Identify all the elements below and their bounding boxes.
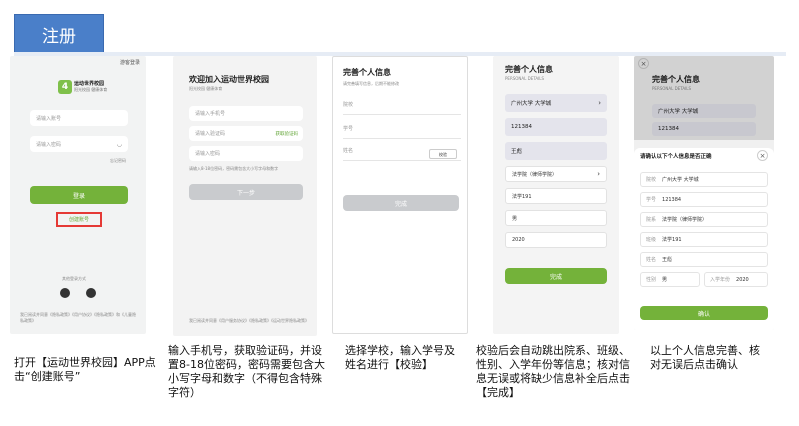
class-label: 班级: [646, 237, 657, 243]
confirm-gender: 性别男: [640, 272, 700, 287]
password-placeholder: 请输入密码: [36, 141, 62, 148]
caption-3: 选择学校，输入学号及姓名进行【校验】: [345, 344, 455, 371]
account-input[interactable]: 请输入账号: [30, 110, 128, 126]
year-field[interactable]: 2020: [505, 232, 607, 248]
confirm-year: 入学年份 2020: [704, 272, 768, 287]
confirm-school: 院校 广州大学 大学城: [640, 172, 768, 187]
name-field[interactable]: 王彪: [505, 142, 607, 160]
caption-1: 打开【运动世界校园】APP点击“创建账号”: [14, 356, 156, 383]
wechat-icon[interactable]: [60, 288, 70, 298]
password-input[interactable]: 请输入密码: [189, 146, 303, 161]
name-label: 姓名: [343, 148, 354, 154]
next-button[interactable]: 下一步: [189, 184, 303, 200]
college-label: 院系: [646, 217, 657, 223]
class-value: 法学191: [512, 193, 532, 200]
create-account-button[interactable]: 创建账号: [56, 212, 102, 227]
chevron-right-icon: ›: [597, 170, 600, 178]
school-value: 广州大学 大学城: [511, 101, 552, 107]
name-label: 姓名: [646, 257, 657, 263]
school-field[interactable]: 广州大学 大学城 ›: [505, 94, 607, 112]
caption-4: 校验后会自动跳出院系、班级、性别、入学年份等信息；核对信息无误或将缺少信息补全后…: [476, 344, 630, 399]
app-name: 运动世界校园: [74, 81, 105, 87]
phone-login-screen: 游客登录 4 运动世界校园 阳光校园 健康体育 请输入账号 请输入密码 ◡ 忘记…: [10, 56, 146, 334]
caption-2: 输入手机号，获取验证码，并设置8-18位密码，密码需要包含大小写字母和数字（不得…: [168, 344, 325, 399]
class-field[interactable]: 法学191: [505, 188, 607, 204]
slide: 注册 游客登录 4 运动世界校园 阳光校园 健康体育 请输入账号 请输入密码 ◡…: [0, 0, 799, 426]
student-no-label: 学号: [343, 126, 354, 132]
done-button[interactable]: 完成: [505, 268, 607, 284]
info-subtitle: PERSONAL DETAILS: [505, 76, 545, 81]
phone-input[interactable]: 请输入手机号: [189, 106, 303, 121]
modal-overlay: [634, 56, 774, 140]
college-field[interactable]: 法学院（律师学院） ›: [505, 166, 607, 182]
year-label: 入学年份: [710, 277, 731, 283]
school-value: 广州大学 大学城: [662, 177, 699, 183]
page-title: 注册: [14, 14, 104, 54]
phone-info-screen: 完善个人信息 请完善填写信息，后期不能修改 院校 学号 姓名 校验 完成: [332, 56, 468, 334]
college-value: 法学院（律师学院）: [662, 217, 708, 223]
done-button[interactable]: 完成: [343, 195, 459, 211]
school-label: 院校: [343, 102, 354, 108]
password-input[interactable]: 请输入密码 ◡: [30, 136, 128, 152]
register-title: 欢迎加入运动世界校园: [189, 75, 269, 84]
tour-login-link[interactable]: 游客登录: [120, 59, 140, 66]
confirm-student-no: 学号 121384: [640, 192, 768, 207]
gender-value: 男: [662, 277, 668, 283]
confirm-modal: 请确认以下个人信息是否正确 × 院校 广州大学 大学城 学号 121384 院系 法学…: [634, 148, 774, 330]
year-value: 2020: [512, 237, 525, 243]
login-button[interactable]: 登录: [30, 186, 128, 204]
name-value: 王彪: [662, 257, 673, 263]
app-logo-icon: 4: [58, 80, 72, 94]
school-label: 院校: [646, 177, 657, 183]
student-no-value: 121384: [662, 196, 682, 203]
student-no-value: 121384: [511, 124, 532, 130]
gender-field[interactable]: 男: [505, 210, 607, 226]
info-subtitle: 请完善填写信息，后期不能修改: [343, 81, 399, 86]
agreement-text[interactable]: 我已阅读并同意《隐私政策》《用户协议》《隐私政策》和《儿童隐私政策》: [20, 312, 138, 324]
confirm-class: 班级 法学191: [640, 232, 768, 247]
student-no-label: 学号: [646, 197, 657, 203]
student-no-field[interactable]: 121384: [505, 118, 607, 136]
phone-info-filled-screen: 完善个人信息 PERSONAL DETAILS 广州大学 大学城 › 121384…: [493, 56, 619, 334]
agreement-text[interactable]: 我已阅读并同意《用户服务协议》《隐私政策》《运动世界隐私政策》: [189, 318, 313, 324]
caption-5: 以上个人信息完善、核对无误后点击确认: [650, 344, 760, 371]
chevron-right-icon: ›: [598, 99, 601, 107]
class-value: 法学191: [662, 237, 682, 243]
eye-icon[interactable]: ◡: [117, 141, 122, 148]
student-no-field[interactable]: 学号: [343, 125, 461, 139]
register-subtitle: 阳光校园 健康体育: [189, 86, 223, 91]
verify-button[interactable]: 校验: [429, 149, 457, 159]
app-slogan: 阳光校园 健康体育: [74, 87, 108, 92]
password-hint: 请输入8-18位密码，密码需包含大小写字母和数字: [189, 166, 279, 171]
school-field[interactable]: 院校: [343, 101, 461, 115]
confirm-college: 院系 法学院（律师学院）: [640, 212, 768, 227]
qq-icon[interactable]: [86, 288, 96, 298]
get-code-button[interactable]: 获取验证码: [276, 131, 299, 137]
year-value: 2020: [736, 276, 749, 283]
forgot-password-link[interactable]: 忘记密码: [110, 158, 126, 164]
confirm-name: 姓名 王彪: [640, 252, 768, 267]
phone-register-screen: 欢迎加入运动世界校园 阳光校园 健康体育 请输入手机号 请输入验证码 获取验证码…: [173, 56, 317, 336]
phone-confirm-screen: × 完善个人信息 PERSONAL DETAILS 广州大学 大学城 12138…: [634, 56, 774, 330]
third-party-label: 其他登录方式: [62, 276, 86, 281]
modal-title: 请确认以下个人信息是否正确: [640, 154, 712, 160]
gender-label: 性别: [646, 277, 657, 283]
code-placeholder: 请输入验证码: [195, 131, 226, 137]
confirm-button[interactable]: 确认: [640, 306, 768, 320]
code-input[interactable]: 请输入验证码 获取验证码: [189, 126, 303, 141]
info-title: 完善个人信息: [343, 68, 391, 77]
close-icon[interactable]: ×: [757, 150, 768, 161]
info-title: 完善个人信息: [505, 65, 553, 74]
college-value: 法学院（律师学院）: [512, 171, 558, 178]
gender-value: 男: [512, 215, 518, 222]
name-value: 王彪: [511, 149, 523, 155]
